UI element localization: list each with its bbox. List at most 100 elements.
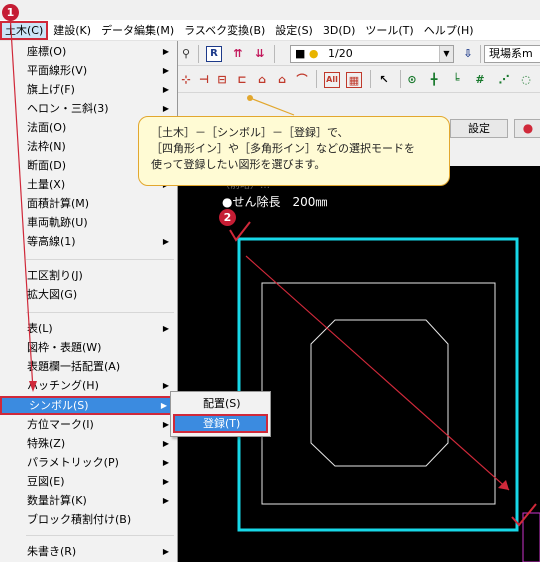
menu-divider bbox=[26, 259, 174, 260]
partial-magenta-shape bbox=[522, 512, 540, 562]
menu-item-menseki-keisan[interactable]: 面積計算(M) bbox=[0, 194, 177, 213]
toolbar-separator bbox=[370, 70, 371, 88]
menu-item-suryo-keisan[interactable]: 数量計算(K) ▶ bbox=[0, 491, 177, 510]
arc-tool-icon[interactable]: ⌒ bbox=[294, 72, 310, 88]
menu-item-shugaki[interactable]: 朱書き(R) ▶ bbox=[0, 542, 177, 561]
menu-item-hyo[interactable]: 表(L) ▶ bbox=[0, 319, 177, 338]
menu-help[interactable]: ヘルプ(H) bbox=[419, 21, 479, 40]
line-tool-icon[interactable]: ⊹ bbox=[178, 72, 194, 88]
submenu-arrow-icon: ▶ bbox=[162, 47, 169, 56]
menu-item-sharyo-kiseki[interactable]: 車両軌跡(U) bbox=[0, 213, 177, 232]
coord-system-value: 現場系m bbox=[489, 47, 533, 60]
layer-up-icon[interactable]: ⇈ bbox=[230, 46, 246, 62]
midpoint-snap-icon[interactable]: ⋰ bbox=[496, 72, 512, 88]
callout-line-1: ［土木］－［シンボル］－［登録］で、 bbox=[151, 126, 349, 139]
menu-item-hatching[interactable]: ハッチング(H) ▶ bbox=[0, 376, 177, 395]
menu-rasvec[interactable]: ラスベク変換(B) bbox=[179, 21, 270, 40]
menu-item-label: ヘロン・三斜(3) bbox=[27, 102, 109, 115]
toolbar-row-1: ⚲ R ⇈ ⇊ ■ ● 1/20 ▼ ⇩ 現場系m bbox=[178, 42, 540, 66]
menu-item-label: 表(L) bbox=[27, 322, 53, 335]
menu-item-tokushu[interactable]: 特殊(Z) ▶ bbox=[0, 434, 177, 453]
menu-item-mamezu[interactable]: 豆図(E) ▶ bbox=[0, 472, 177, 491]
menu-kensetsu[interactable]: 建設(K) bbox=[48, 21, 96, 40]
menu-settings[interactable]: 設定(S) bbox=[270, 21, 318, 40]
menu-item-label: シンボル(S) bbox=[29, 399, 89, 412]
rect-tool-icon[interactable]: ⊟ bbox=[214, 72, 230, 88]
point-snap-icon[interactable]: ⊙ bbox=[404, 72, 420, 88]
menu-item-label: 工区割り(J) bbox=[27, 269, 83, 282]
all-select-icon[interactable]: All bbox=[324, 72, 340, 88]
layer-add-icon[interactable]: ⇊ bbox=[252, 46, 268, 62]
submenu-arrow-icon: ▶ bbox=[162, 85, 169, 94]
menu-item-kakudaizu[interactable]: 拡大図(G) bbox=[0, 285, 177, 304]
coord-system-combo[interactable]: 現場系m bbox=[484, 45, 540, 63]
menu-item-parametric[interactable]: パラメトリック(P) ▶ bbox=[0, 453, 177, 472]
height-icon[interactable]: ⇩ bbox=[460, 46, 476, 62]
submenu-arrow-icon: ▶ bbox=[160, 401, 167, 410]
submenu-item-toroku[interactable]: 登録(T) bbox=[173, 414, 268, 433]
menu-item-label: 拡大図(G) bbox=[27, 288, 78, 301]
toolbar-row-2: ⊹ ⊣ ⊟ ⊏ ⌂ ⌂ ⌒ All ▦ ↖ ⊙ ╋ ╘ # ⋰ ◌ bbox=[178, 67, 540, 93]
grid-select-icon[interactable]: ▦ bbox=[346, 72, 362, 88]
submenu-arrow-icon: ▶ bbox=[162, 381, 169, 390]
settings-button[interactable]: 設定 bbox=[450, 119, 508, 138]
record-button[interactable]: ● bbox=[514, 119, 540, 138]
menu-item-hoi-mark[interactable]: 方位マーク(I) ▶ bbox=[0, 415, 177, 434]
grid-snap-icon[interactable]: # bbox=[472, 72, 488, 88]
menubar: 土木(C) 建設(K) データ編集(M) ラスベク変換(B) 設定(S) 3D(… bbox=[0, 20, 540, 41]
step-1-badge: 1 bbox=[2, 4, 19, 21]
menu-item-label: 方位マーク(I) bbox=[27, 418, 94, 431]
menu-item-tokosen[interactable]: 等高線(1) ▶ bbox=[0, 232, 177, 251]
menu-item-label: 座標(O) bbox=[27, 45, 67, 58]
menu-item-label: 図枠・表題(W) bbox=[27, 341, 102, 354]
cursor-icon[interactable]: ↖ bbox=[376, 72, 392, 88]
menu-item-block-wari[interactable]: ブロック積割付け(B) bbox=[0, 510, 177, 529]
menu-data-edit[interactable]: データ編集(M) bbox=[96, 21, 179, 40]
intersection-snap-icon[interactable]: ╋ bbox=[426, 72, 442, 88]
r-icon[interactable]: R bbox=[206, 46, 222, 62]
menu-3d[interactable]: 3D(D) bbox=[318, 21, 361, 40]
toolbar-separator bbox=[480, 45, 481, 63]
record-icon: ● bbox=[522, 121, 534, 135]
menu-item-heimen-senkei[interactable]: 平面線形(V) ▶ bbox=[0, 61, 177, 80]
menu-item-zahyo[interactable]: 座標(O) ▶ bbox=[0, 42, 177, 61]
drawing-shapes bbox=[237, 237, 540, 562]
menu-item-label: 豆図(E) bbox=[27, 475, 65, 488]
scale-combo[interactable]: ■ ● 1/20 ▼ bbox=[290, 45, 454, 63]
scale-value: 1/20 bbox=[328, 47, 353, 60]
perpendicular-snap-icon[interactable]: ╘ bbox=[448, 72, 464, 88]
drawing-canvas[interactable]: （前略）… ●せん除長 200㎜ bbox=[178, 166, 540, 562]
callout-line-3: 使って登録したい図形を選びます。 bbox=[151, 158, 326, 171]
submenu-arrow-icon: ▶ bbox=[162, 496, 169, 505]
menu-tools[interactable]: ツール(T) bbox=[360, 21, 418, 40]
submenu-arrow-icon: ▶ bbox=[162, 439, 169, 448]
cross-tool-icon[interactable]: ⊣ bbox=[196, 72, 212, 88]
menu-item-label: 車両軌跡(U) bbox=[27, 216, 88, 229]
menu-item-symbol[interactable]: シンボル(S) ▶ bbox=[0, 396, 177, 415]
callout-line-2: ［四角形イン］や［多角形イン］などの選択モードを bbox=[151, 142, 415, 155]
rect-snap-icon[interactable]: ⊏ bbox=[234, 72, 250, 88]
menu-item-label: ハッチング(H) bbox=[27, 379, 99, 392]
menu-item-label: 特殊(Z) bbox=[27, 437, 66, 450]
pin-icon[interactable]: ⚲ bbox=[178, 46, 194, 62]
chevron-down-icon[interactable]: ▼ bbox=[439, 46, 453, 62]
menu-item-koku-wari[interactable]: 工区割り(J) bbox=[0, 266, 177, 285]
submenu-arrow-icon: ▶ bbox=[162, 324, 169, 333]
house-alt-icon[interactable]: ⌂ bbox=[274, 72, 290, 88]
menu-item-hataage[interactable]: 旗上げ(F) ▶ bbox=[0, 80, 177, 99]
menu-item-zuwaku-hyodai[interactable]: 図枠・表題(W) bbox=[0, 338, 177, 357]
submenu-arrow-icon: ▶ bbox=[162, 66, 169, 75]
submenu-item-haichi[interactable]: 配置(S) bbox=[173, 394, 268, 413]
menu-divider bbox=[26, 312, 174, 313]
menu-item-label: 法枠(N) bbox=[27, 140, 66, 153]
menu-item-label: 表題欄一括配置(A) bbox=[27, 360, 121, 373]
house-tool-icon[interactable]: ⌂ bbox=[254, 72, 270, 88]
octagon-shape bbox=[310, 319, 449, 467]
menu-doboku[interactable]: 土木(C) bbox=[0, 20, 49, 40]
toolbar-separator bbox=[400, 70, 401, 88]
menu-item-hyodairan-ikkatsu[interactable]: 表題欄一括配置(A) bbox=[0, 357, 177, 376]
menu-item-label: 面積計算(M) bbox=[27, 197, 90, 210]
circle-snap-icon[interactable]: ◌ bbox=[518, 72, 534, 88]
submenu-arrow-icon: ▶ bbox=[162, 458, 169, 467]
toolbar-separator bbox=[198, 45, 199, 63]
